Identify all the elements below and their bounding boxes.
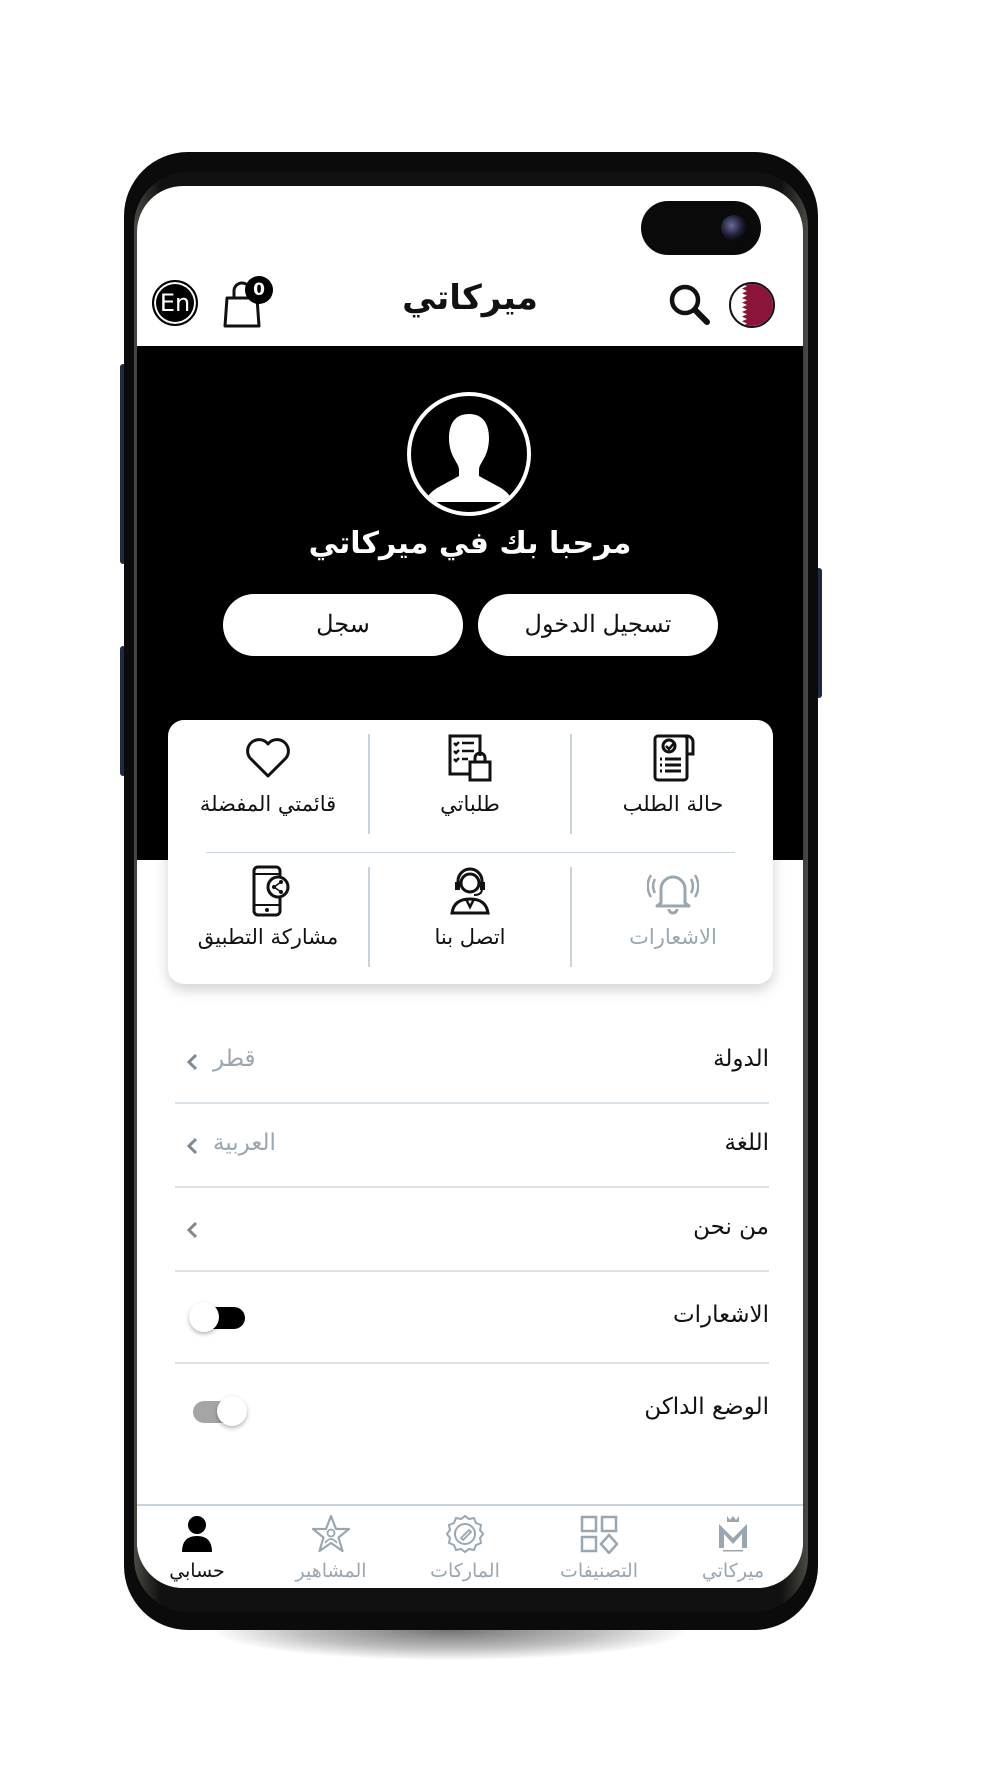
user-silhouette-icon xyxy=(425,414,513,502)
nav-item-home[interactable]: ميركاتي xyxy=(673,1514,793,1582)
settings-value: العربية xyxy=(213,1130,276,1156)
quick-action-label: الاشعارات xyxy=(629,925,717,949)
settings-row-dark-mode: الوضع الداكن xyxy=(175,1364,769,1456)
toggle-knob xyxy=(217,1396,247,1426)
app-bar: En 0 ميركاتي xyxy=(137,272,803,332)
heart-icon xyxy=(246,738,290,778)
register-button[interactable]: سجل xyxy=(223,594,463,656)
nav-item-brands[interactable]: الماركات xyxy=(405,1514,525,1582)
chevron-left-icon xyxy=(186,1137,198,1155)
settings-label: الدولة xyxy=(713,1046,769,1072)
bottom-navigation: ميركاتي التصنيفات الماركات المشاهير حساب… xyxy=(137,1504,803,1588)
notifications-toggle[interactable] xyxy=(189,1302,247,1332)
nav-label: ميركاتي xyxy=(701,1560,765,1582)
celebrities-star-icon xyxy=(311,1514,351,1553)
toggle-knob xyxy=(189,1302,219,1332)
divider xyxy=(570,867,572,967)
settings-row-language[interactable]: اللغة العربية xyxy=(175,1104,769,1188)
country-flag-button[interactable] xyxy=(729,282,775,328)
quick-action-contact-us[interactable]: اتصل بنا xyxy=(370,853,570,973)
quick-action-label: مشاركة التطبيق xyxy=(197,925,339,949)
nav-item-celebrities[interactable]: المشاهير xyxy=(271,1514,391,1582)
quick-actions-card: حالة الطلب طلباتي قائمتي المفضلة الاشعار… xyxy=(168,720,773,984)
support-agent-icon xyxy=(450,867,490,915)
order-status-icon xyxy=(653,734,695,782)
settings-list: الدولة قطر اللغة العربية من نحن الاشعارا… xyxy=(175,1020,769,1456)
avatar[interactable] xyxy=(407,392,531,516)
quick-action-notifications[interactable]: الاشعارات xyxy=(573,853,773,973)
categories-icon xyxy=(580,1515,619,1554)
quick-action-label: قائمتي المفضلة xyxy=(199,792,337,816)
phone-screen: En 0 ميركاتي مرحبا بك في ميركاتي تسجيل ا… xyxy=(137,186,803,1588)
settings-label: من نحن xyxy=(693,1214,769,1240)
settings-row-notifications: الاشعارات xyxy=(175,1272,769,1364)
quick-action-order-status[interactable]: حالة الطلب xyxy=(573,720,773,840)
dark-mode-toggle[interactable] xyxy=(189,1396,247,1426)
nav-label: حسابي xyxy=(169,1560,225,1582)
share-app-icon xyxy=(252,865,290,917)
settings-row-about-us[interactable]: من نحن xyxy=(175,1188,769,1272)
quick-action-label: حالة الطلب xyxy=(622,792,724,816)
quick-action-my-orders[interactable]: طلباتي xyxy=(370,720,570,840)
search-icon xyxy=(669,284,710,325)
settings-label: الاشعارات xyxy=(672,1302,769,1328)
quick-action-label: اتصل بنا xyxy=(434,925,506,949)
login-button[interactable]: تسجيل الدخول xyxy=(478,594,718,656)
nav-item-account[interactable]: حسابي xyxy=(137,1514,257,1582)
my-orders-icon xyxy=(448,734,492,782)
qatar-flag-icon xyxy=(731,284,773,326)
mercati-logo-icon xyxy=(719,1516,747,1552)
chevron-left-icon xyxy=(186,1053,198,1071)
divider xyxy=(570,734,572,834)
settings-label: الوضع الداكن xyxy=(644,1394,769,1420)
nav-label: الماركات xyxy=(430,1560,500,1582)
quick-action-share-app[interactable]: مشاركة التطبيق xyxy=(168,853,368,973)
settings-label: اللغة xyxy=(724,1130,769,1156)
divider xyxy=(368,734,370,834)
nav-label: التصنيفات xyxy=(559,1560,639,1582)
search-button[interactable] xyxy=(667,282,711,326)
quick-action-wishlist[interactable]: قائمتي المفضلة xyxy=(168,720,368,840)
nav-label: المشاهير xyxy=(295,1560,367,1582)
account-icon xyxy=(182,1516,212,1552)
settings-row-country[interactable]: الدولة قطر xyxy=(175,1020,769,1104)
quick-action-label: طلباتي xyxy=(440,792,500,816)
camera-cutout xyxy=(641,201,761,255)
divider xyxy=(368,867,370,967)
brands-badge-icon xyxy=(445,1514,485,1554)
nav-item-categories[interactable]: التصنيفات xyxy=(539,1514,659,1582)
camera-lens xyxy=(721,215,747,241)
settings-value: قطر xyxy=(213,1046,256,1072)
bell-icon xyxy=(647,874,699,915)
welcome-message: مرحبا بك في ميركاتي xyxy=(308,526,632,561)
chevron-left-icon xyxy=(186,1221,198,1239)
